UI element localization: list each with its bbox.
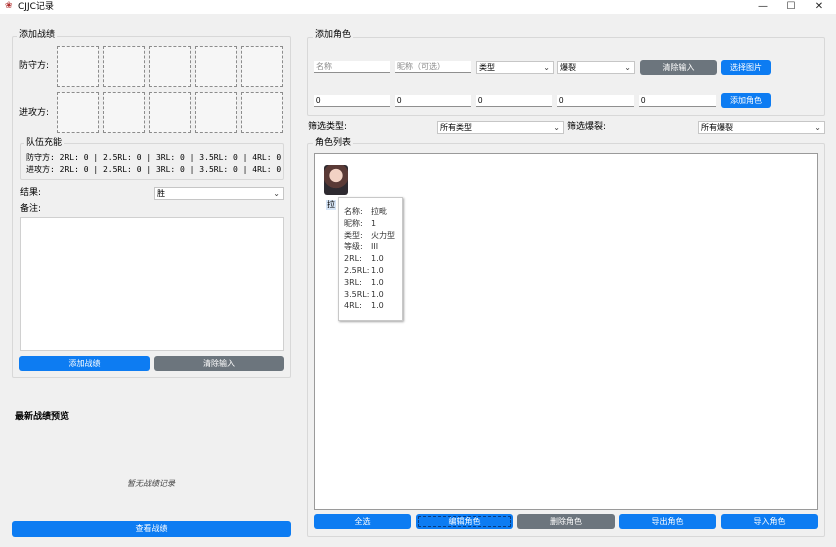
filter-burst-label: 筛选爆裂: [567, 122, 607, 132]
value-input-4[interactable] [557, 95, 634, 107]
burst-select-value: 爆裂 [560, 63, 576, 72]
type-select[interactable]: 类型 ⌄ [476, 61, 554, 74]
add-record-button[interactable]: 添加战绩 [19, 356, 150, 371]
maximize-button[interactable]: ☐ [778, 0, 804, 14]
role-clear-input-button[interactable]: 清除输入 [640, 60, 717, 75]
role-list-title: 角色列表 [313, 138, 354, 148]
preview-title: 最新战绩预览 [15, 412, 70, 422]
attacker-slot-4[interactable] [195, 92, 237, 133]
defender-label: 防守方: [19, 61, 50, 71]
title-bar [0, 0, 836, 14]
filter-burst-select[interactable]: 所有爆裂 ⌄ [698, 121, 825, 134]
tooltip-row: 2.5RL: 1.0 [344, 265, 384, 275]
value-input-3[interactable] [476, 95, 552, 107]
team-charge-title: 队伍充能 [24, 138, 65, 148]
tooltip-row: 2RL: 1.0 [344, 254, 384, 264]
result-select-value: 胜 [157, 189, 165, 198]
delete-role-button[interactable]: 删除角色 [517, 514, 615, 529]
defender-slot-3[interactable] [149, 46, 191, 87]
defender-slot-1[interactable] [57, 46, 99, 87]
defender-slot-2[interactable] [103, 46, 145, 87]
select-all-button[interactable]: 全选 [314, 514, 411, 529]
attacker-slot-1[interactable] [57, 92, 99, 133]
export-role-button[interactable]: 导出角色 [619, 514, 716, 529]
tooltip-row: 3RL: 1.0 [344, 277, 384, 287]
import-role-button[interactable]: 导入角色 [721, 514, 818, 529]
chevron-down-icon: ⌄ [543, 63, 550, 72]
chevron-down-icon: ⌄ [624, 63, 631, 72]
filter-type-label: 筛选类型: [308, 122, 348, 132]
burst-select[interactable]: 爆裂 ⌄ [557, 61, 635, 74]
role-card-name[interactable]: 拉 [326, 200, 336, 210]
defender-charge-text: 防守方: 2RL: 0 | 2.5RL: 0 | 3RL: 0 | 3.5RL:… [26, 153, 282, 162]
defender-slot-5[interactable] [241, 46, 283, 87]
nickname-input[interactable] [395, 61, 471, 73]
attacker-charge-text: 进攻方: 2RL: 0 | 2.5RL: 0 | 3RL: 0 | 3.5RL:… [26, 165, 282, 174]
edit-role-button[interactable]: 编辑角色 [416, 514, 513, 529]
filter-type-select[interactable]: 所有类型 ⌄ [437, 121, 564, 134]
notes-textarea[interactable] [20, 217, 284, 351]
view-records-button[interactable]: 查看战绩 [12, 521, 291, 537]
tooltip-row: 4RL: 1.0 [344, 301, 384, 311]
chevron-down-icon: ⌄ [553, 123, 560, 132]
choose-image-button[interactable]: 选择图片 [721, 60, 771, 75]
tooltip-row: 昵称: 1 [344, 218, 377, 228]
window-title: CJJC记录 [18, 2, 54, 12]
result-select[interactable]: 胜 ⌄ [154, 187, 284, 200]
filter-type-value: 所有类型 [440, 123, 472, 132]
add-record-title: 添加战绩 [17, 30, 58, 40]
filter-burst-value: 所有爆裂 [701, 123, 733, 132]
tooltip-row: 3.5RL: 1.0 [344, 289, 384, 299]
attacker-slot-5[interactable] [241, 92, 283, 133]
attacker-label: 进攻方: [19, 108, 50, 118]
value-input-5[interactable] [639, 95, 716, 107]
result-label: 结果: [20, 188, 42, 198]
add-role-title: 添加角色 [313, 30, 354, 40]
tooltip-row: 类型: 火力型 [344, 230, 395, 240]
role-card-avatar[interactable] [324, 165, 348, 195]
close-button[interactable]: ✕ [806, 0, 832, 14]
empty-records-text: 暂无战绩记录 [127, 479, 175, 488]
tooltip-row: 等级: III [344, 242, 379, 252]
clear-input-button[interactable]: 清除输入 [154, 356, 284, 371]
defender-slot-4[interactable] [195, 46, 237, 87]
add-role-button[interactable]: 添加角色 [721, 93, 771, 108]
app-icon: ❀ [5, 1, 13, 11]
attacker-slot-3[interactable] [149, 92, 191, 133]
value-input-2[interactable] [395, 95, 471, 107]
notes-label: 备注: [20, 204, 42, 214]
tooltip-row: 名称: 拉毗 [344, 207, 387, 216]
type-select-value: 类型 [479, 63, 495, 72]
minimize-button[interactable]: — [750, 0, 776, 14]
chevron-down-icon: ⌄ [814, 123, 821, 132]
chevron-down-icon: ⌄ [273, 189, 280, 198]
value-input-1[interactable] [314, 95, 390, 107]
attacker-slot-2[interactable] [103, 92, 145, 133]
role-tooltip: 名称: 拉毗 昵称: 1 类型: 火力型 等级: III 2RL: 1.0 2.5RL: 1… [338, 197, 403, 321]
name-input[interactable] [314, 61, 390, 73]
